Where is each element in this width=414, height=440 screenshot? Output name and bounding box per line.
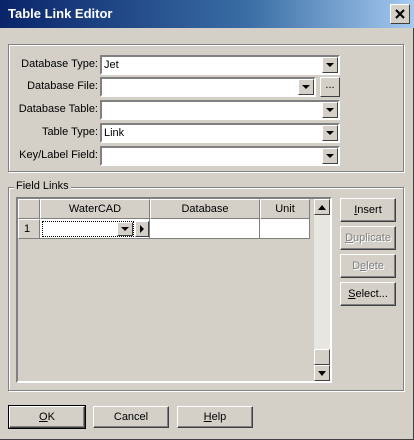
column-header-unit[interactable]: Unit	[260, 199, 310, 219]
database-file-dropdown-button[interactable]	[298, 79, 314, 95]
table-type-select[interactable]: Link	[100, 123, 340, 143]
duplicate-label-hotkey: D	[345, 232, 354, 244]
key-label-field-label: Key/Label Field:	[19, 149, 98, 161]
database-field-cell[interactable]	[150, 219, 260, 239]
table-row	[40, 219, 150, 239]
column-header-database[interactable]: Database	[150, 199, 260, 219]
grid-vertical-scrollbar[interactable]	[314, 199, 330, 381]
database-table-row: Database Table:	[12, 100, 342, 120]
chevron-down-icon	[326, 131, 334, 135]
chevron-down-icon	[326, 63, 334, 67]
grid-corner-header	[18, 199, 40, 219]
duplicate-label-suffix: uplicate	[353, 232, 391, 244]
database-type-select[interactable]: Jet	[100, 55, 340, 75]
database-table-select[interactable]	[100, 100, 340, 120]
chevron-down-icon	[121, 227, 129, 231]
close-button[interactable]	[390, 4, 410, 24]
chevron-down-icon	[326, 108, 334, 112]
scroll-thumb[interactable]	[314, 349, 330, 365]
window-title: Table Link Editor	[8, 6, 113, 21]
table-type-dropdown-button[interactable]	[322, 125, 338, 141]
database-file-select[interactable]	[100, 77, 316, 97]
chevron-up-icon	[318, 204, 326, 210]
close-icon	[395, 9, 405, 19]
table-type-value: Link	[104, 127, 125, 139]
database-type-row: Database Type: Jet	[12, 55, 342, 75]
ok-button[interactable]: OK	[8, 405, 86, 429]
database-table-dropdown-button[interactable]	[322, 102, 338, 118]
help-label-suffix: elp	[211, 411, 227, 423]
help-button[interactable]: Help	[177, 406, 253, 428]
column-header-watercad[interactable]: WaterCAD	[40, 199, 150, 219]
help-label-hotkey: H	[203, 411, 212, 423]
ok-label-suffix: K	[47, 411, 55, 423]
delete-button[interactable]: Delete	[340, 254, 396, 278]
table-link-editor-window: Table Link Editor Database Type: Jet Dat…	[0, 0, 414, 440]
insert-button[interactable]: Insert	[340, 198, 396, 222]
chevron-right-icon	[140, 225, 144, 233]
key-label-field-row: Key/Label Field:	[12, 146, 342, 166]
database-type-dropdown-button[interactable]	[322, 57, 338, 73]
duplicate-button[interactable]: Duplicate	[340, 226, 396, 250]
title-bar: Table Link Editor	[0, 0, 414, 28]
table-type-label: Table Type:	[41, 126, 98, 138]
key-label-field-dropdown-button[interactable]	[322, 148, 338, 164]
database-file-row: Database File: ...	[12, 77, 352, 97]
table-type-row: Table Type: Link	[12, 123, 342, 143]
field-links-grid[interactable]: WaterCAD Database Unit 1	[16, 197, 332, 383]
select-button[interactable]: Select...	[340, 282, 396, 306]
insert-label-suffix: nsert	[357, 204, 382, 216]
field-links-group-label: Field Links	[14, 180, 71, 192]
watercad-field-expand-button[interactable]	[135, 221, 149, 237]
ok-label-hotkey: O	[39, 411, 48, 423]
unit-cell[interactable]	[260, 219, 310, 239]
row-header[interactable]: 1	[18, 219, 40, 239]
database-type-label: Database Type:	[21, 58, 98, 70]
delete-label-suffix: lete	[366, 260, 384, 272]
database-file-label: Database File:	[27, 80, 98, 92]
key-label-field-select[interactable]	[100, 146, 340, 166]
database-type-value: Jet	[104, 59, 119, 71]
chevron-down-icon	[302, 85, 310, 89]
watercad-field-select[interactable]	[42, 221, 134, 237]
scroll-up-button[interactable]	[314, 199, 330, 215]
watercad-field-dropdown-button[interactable]	[117, 222, 133, 236]
database-table-label: Database Table:	[18, 103, 98, 115]
database-file-browse-button[interactable]: ...	[320, 77, 340, 97]
scroll-down-button[interactable]	[314, 365, 330, 381]
delete-label-prefix: D	[352, 260, 361, 272]
chevron-down-icon	[318, 370, 326, 376]
chevron-down-icon	[326, 154, 334, 158]
select-label-suffix: elect...	[355, 288, 388, 300]
cancel-button[interactable]: Cancel	[93, 406, 169, 428]
